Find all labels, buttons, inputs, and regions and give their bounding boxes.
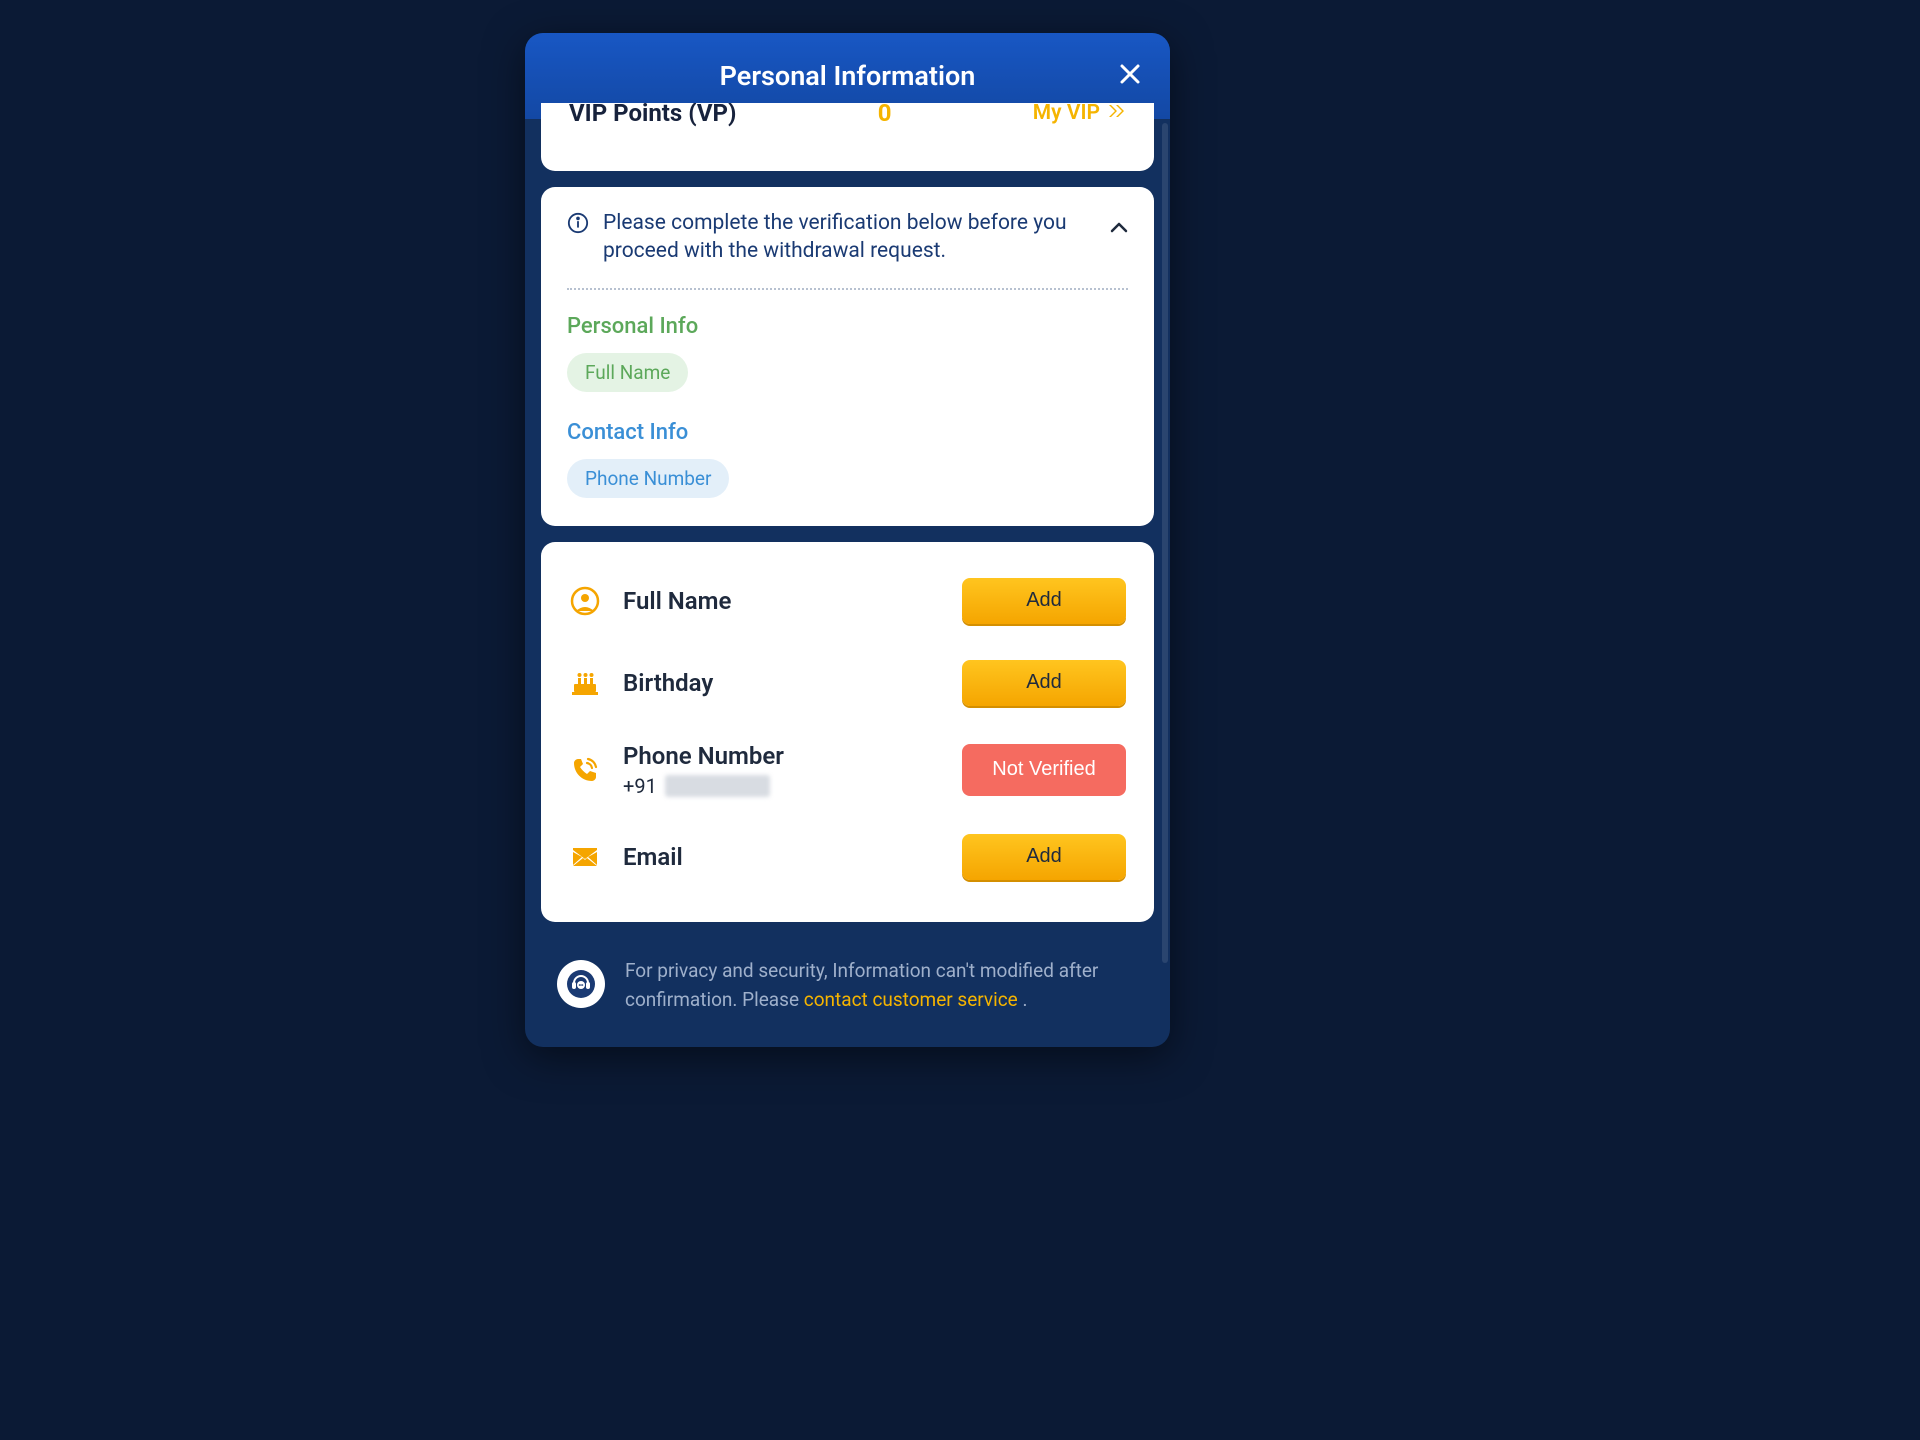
phone-icon [569,754,601,786]
divider [567,288,1128,290]
footer-note: For privacy and security, Information ca… [541,938,1154,1023]
add-email-button[interactable]: Add [962,834,1126,880]
contact-info-pill[interactable]: Phone Number [567,459,729,498]
close-button[interactable] [1110,56,1150,96]
add-birthday-button[interactable]: Add [962,660,1126,706]
vip-label: VIP Points (VP) [569,103,736,127]
chevron-up-icon [1110,219,1128,238]
phone-value: +91 [623,774,940,798]
footer-text: For privacy and security, Information ca… [625,956,1138,1015]
contact-support-link[interactable]: contact customer service [804,988,1018,1011]
field-row-birthday: Birthday Add [569,642,1126,724]
footer-text-b: . [1018,988,1028,1011]
vip-value: 0 [878,103,892,127]
scrollbar[interactable] [1162,123,1168,963]
modal-title: Personal Information [720,60,976,92]
person-icon [569,585,601,617]
verification-card: Please complete the verification below b… [541,187,1154,526]
my-vip-label: My VIP [1033,103,1100,125]
add-fullname-button[interactable]: Add [962,578,1126,624]
verification-message: Please complete the verification below b… [603,209,1128,266]
phone-not-verified-button[interactable]: Not Verified [962,744,1126,796]
fields-card: Full Name Add [541,542,1154,922]
field-row-fullname: Full Name Add [569,560,1126,642]
collapse-toggle[interactable] [1110,219,1128,238]
phone-label: Phone Number [623,742,940,770]
chevron-right-icon [1106,103,1126,125]
modal-body: VIP Points (VP) 0 My VIP [525,119,1170,1047]
personal-info-pill[interactable]: Full Name [567,353,688,392]
mail-icon [569,841,601,873]
phone-prefix: +91 [623,774,657,798]
phone-redacted [665,775,770,797]
field-row-phone: Phone Number +91 Not Verified [569,724,1126,816]
my-vip-link[interactable]: My VIP [1033,103,1126,125]
birthday-label: Birthday [623,669,940,697]
close-icon [1118,62,1142,90]
vip-card: VIP Points (VP) 0 My VIP [541,103,1154,171]
cake-icon [569,667,601,699]
personal-info-modal: Personal Information VIP Points (VP) 0 M… [525,33,1170,1047]
fullname-label: Full Name [623,587,940,615]
email-label: Email [623,843,940,871]
info-icon [567,212,589,234]
support-icon[interactable] [557,960,605,1008]
contact-info-title: Contact Info [567,420,1128,445]
field-row-email: Email Add [569,816,1126,898]
personal-info-title: Personal Info [567,314,1128,339]
